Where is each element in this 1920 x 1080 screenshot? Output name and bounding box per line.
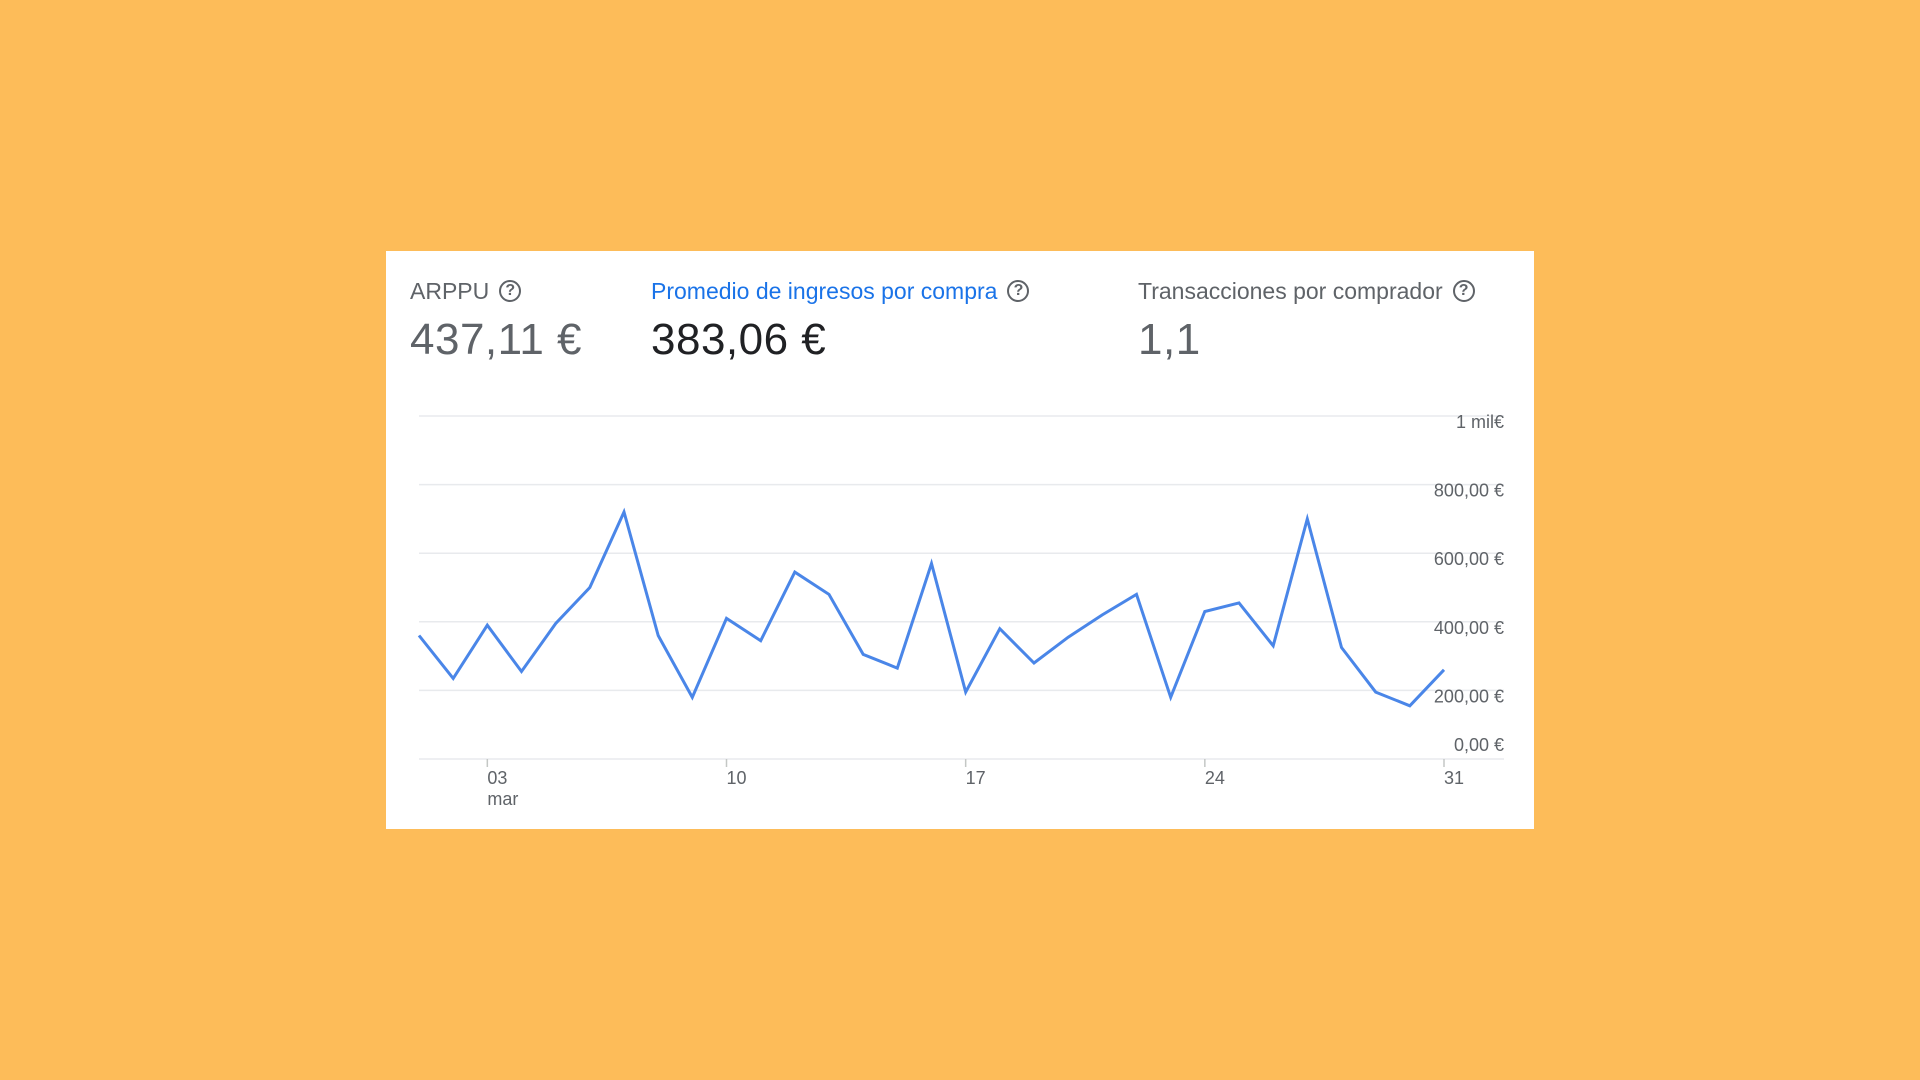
y-tick-label: 800,00 € bbox=[1434, 481, 1504, 501]
x-tick-label: 24 bbox=[1205, 768, 1225, 788]
x-tick-sublabel: mar bbox=[487, 789, 518, 809]
x-tick-label: 17 bbox=[966, 768, 986, 788]
series-line bbox=[417, 507, 1446, 708]
x-tick-label: 31 bbox=[1444, 768, 1464, 788]
y-tick-label: 600,00 € bbox=[1434, 549, 1504, 569]
y-tick-label: 0,00 € bbox=[1454, 735, 1504, 755]
y-tick-label: 200,00 € bbox=[1434, 686, 1504, 706]
x-tick-label: 03 bbox=[487, 768, 507, 788]
y-tick-label: 1 mil€ bbox=[1456, 412, 1504, 432]
metrics-card: ARPPU ? 437,11 € Promedio de ingresos po… bbox=[386, 251, 1534, 829]
line-chart: 1 mil€ 800,00 € 600,00 € 400,00 € 200,00 € 0,… bbox=[417, 412, 1504, 809]
y-tick-label: 400,00 € bbox=[1434, 618, 1504, 638]
x-tick-label: 10 bbox=[727, 768, 747, 788]
